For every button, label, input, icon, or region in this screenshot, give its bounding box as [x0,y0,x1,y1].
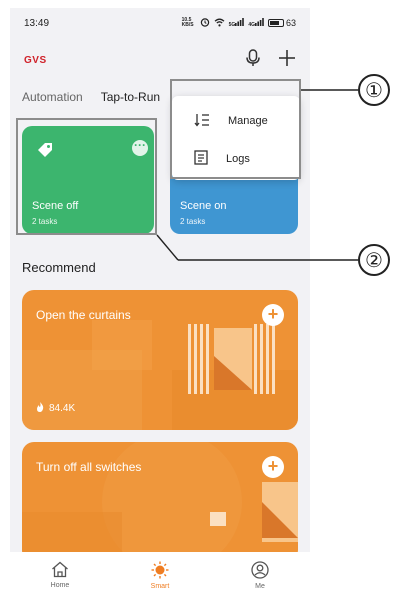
alarm-icon [200,17,210,29]
signal-2-label: 4G [248,22,255,28]
recommend-card-open-curtains[interactable]: Open the curtains + 84.4K [22,290,298,430]
signal-1-label: 5G [228,22,236,28]
app-header: GVS [10,46,310,74]
user-icon [251,560,269,581]
nav-label: Home [50,582,70,589]
signal-2: 4G [248,18,264,28]
sun-icon [151,561,169,581]
recommend-card-turn-off-switches[interactable]: Turn off all switches + [22,442,298,562]
bottom-nav: Home Smart Me [10,552,310,598]
nav-item-me[interactable]: Me [230,560,290,590]
nav-label: Smart [150,582,170,590]
status-bar: 13:49 10.5 KB/S 5G 4G 63 [10,8,310,38]
status-time: 13:49 [24,17,50,29]
microphone-icon[interactable] [246,48,260,72]
recommend-card-title: Open the curtains [36,308,131,322]
tab-bar: Automation Tap-to-Run [22,90,160,104]
wifi-icon [214,18,225,29]
scene-title: Scene on [180,200,227,212]
battery-level: 63 [285,18,296,28]
nav-item-smart[interactable]: Smart [130,561,190,590]
net-speed: 10.5 KB/S [181,17,194,28]
plus-icon[interactable] [278,49,296,72]
recommend-card-title: Turn off all switches [36,460,142,474]
tab-automation[interactable]: Automation [22,90,83,104]
callout-number-2: ② [358,244,390,276]
add-scene-button[interactable]: + [262,456,284,478]
callout-box-scene-card [16,118,157,235]
status-icons: 10.5 KB/S 5G 4G 63 [182,17,296,29]
usage-count: 84.4K [36,402,75,415]
nav-label: Me [255,582,265,590]
brand-logo: GVS [24,54,47,66]
usage-count-value: 84.4K [49,403,76,414]
callout-box-menu [170,79,301,179]
header-actions [246,48,296,72]
flame-icon [36,402,44,415]
recommend-heading: Recommend [22,260,96,275]
add-scene-button[interactable]: + [262,304,284,326]
callout-number-1: ① [358,74,390,106]
home-icon [51,561,69,580]
signal-1: 5G [229,18,245,28]
battery-icon: 63 [267,18,296,28]
scene-task-count: 2 tasks [180,217,206,226]
nav-item-home[interactable]: Home [30,561,90,589]
tab-tap-to-run[interactable]: Tap-to-Run [101,90,160,104]
